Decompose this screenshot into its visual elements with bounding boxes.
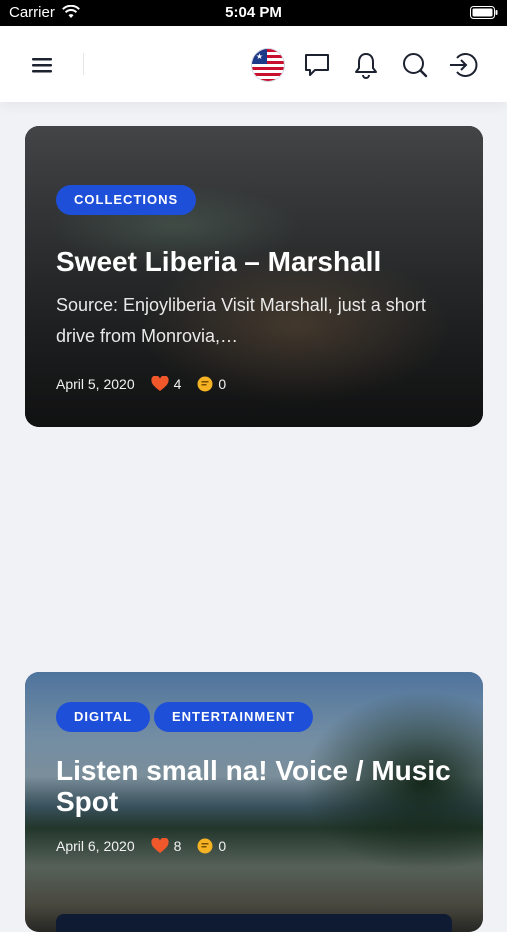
app-header: ★ [0, 26, 507, 102]
sign-in-icon[interactable] [446, 48, 480, 82]
post-card[interactable]: DIGITAL ENTERTAINMENT Listen small na! V… [25, 672, 483, 932]
like-count[interactable]: 4 [151, 376, 181, 392]
heart-icon [151, 376, 169, 391]
post-excerpt: Source: Enjoyliberia Visit Marshall, jus… [56, 295, 426, 346]
post-meta: April 5, 2020 4 0 [56, 376, 242, 392]
status-bar: Carrier 5:04 PM [0, 0, 507, 26]
comment-count[interactable]: 0 [197, 376, 226, 392]
like-count[interactable]: 8 [151, 838, 181, 854]
heart-icon [151, 838, 169, 853]
status-time: 5:04 PM [225, 4, 282, 21]
post-title[interactable]: Listen small na! Voice / Music Spot [56, 755, 451, 817]
comment-icon [197, 838, 213, 854]
category-chip[interactable]: ENTERTAINMENT [154, 702, 314, 732]
header-divider [83, 53, 84, 75]
liberia-flag-icon[interactable]: ★ [251, 48, 285, 82]
post-card[interactable]: COLLECTIONS Sweet Liberia – Marshall Sou… [25, 126, 483, 427]
post-date: April 5, 2020 [56, 376, 135, 392]
post-meta: April 6, 2020 8 0 [56, 838, 242, 854]
chat-icon[interactable] [300, 48, 334, 82]
menu-icon[interactable] [25, 48, 59, 82]
category-chip[interactable]: COLLECTIONS [56, 185, 197, 215]
comment-icon [197, 376, 213, 392]
post-action-bar[interactable] [56, 914, 452, 932]
post-date: April 6, 2020 [56, 838, 135, 854]
search-icon[interactable] [398, 48, 432, 82]
bell-icon[interactable] [349, 48, 383, 82]
comment-count[interactable]: 0 [197, 838, 226, 854]
post-title[interactable]: Sweet Liberia – Marshall [56, 246, 381, 277]
category-chip[interactable]: DIGITAL [56, 702, 151, 732]
battery-icon [470, 6, 498, 23]
